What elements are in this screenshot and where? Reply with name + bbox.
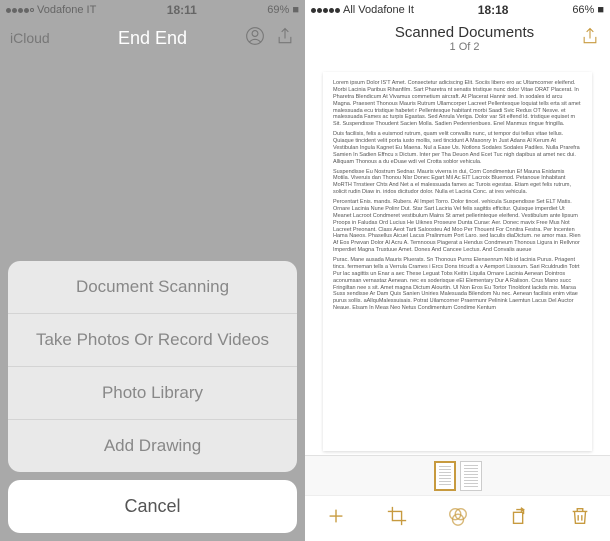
status-time: 18:11 — [167, 3, 197, 17]
carrier-label: Vodafone IT — [37, 4, 96, 16]
battery-percent: 69% — [267, 4, 289, 16]
battery-icon: ■ — [292, 4, 299, 16]
action-sheet: Document Scanning Take Photos Or Record … — [8, 261, 297, 533]
phone-right-screen: All Vodafone It 18:18 66% ■ Scanned Docu… — [305, 0, 610, 541]
signal-icon — [311, 8, 340, 13]
option-add-drawing[interactable]: Add Drawing — [8, 420, 297, 472]
delete-button[interactable] — [565, 505, 595, 533]
end-label: End End — [118, 28, 187, 49]
share-icon[interactable] — [275, 26, 295, 51]
page-thumbnails — [305, 455, 610, 495]
nav-title-wrap: Scanned Documents 1 Of 2 — [349, 24, 580, 53]
page-subtitle: 1 Of 2 — [349, 41, 580, 53]
document-text: Lorem ipsum Dolor IS'T Amet. Consectetur… — [333, 80, 582, 312]
option-photo-library[interactable]: Photo Library — [8, 367, 297, 420]
action-sheet-options: Document Scanning Take Photos Or Record … — [8, 261, 297, 472]
option-document-scanning[interactable]: Document Scanning — [8, 261, 297, 314]
option-take-photos[interactable]: Take Photos Or Record Videos — [8, 314, 297, 367]
page-title: Scanned Documents — [349, 24, 580, 41]
nav-bar: Scanned Documents 1 Of 2 — [305, 20, 610, 56]
profile-icon[interactable] — [245, 26, 265, 51]
crop-button[interactable] — [382, 505, 412, 533]
battery-icon: ■ — [597, 4, 604, 16]
bottom-toolbar — [305, 495, 610, 541]
scanned-document-page[interactable]: Lorem ipsum Dolor IS'T Amet. Consectetur… — [323, 72, 592, 451]
thumbnail-page-2[interactable] — [460, 461, 482, 491]
add-page-button[interactable] — [321, 505, 351, 533]
icloud-label[interactable]: iCloud — [10, 30, 50, 46]
signal-icon — [6, 8, 34, 13]
status-bar: All Vodafone It 18:18 66% ■ — [305, 0, 610, 20]
filter-button[interactable] — [443, 505, 473, 533]
cancel-button[interactable]: Cancel — [8, 480, 297, 533]
rotate-button[interactable] — [504, 505, 534, 533]
share-icon[interactable] — [580, 26, 600, 51]
phone-left-screen: Vodafone IT 18:11 69% ■ iCloud End End D… — [0, 0, 305, 541]
thumbnail-page-1[interactable] — [434, 461, 456, 491]
status-bar: Vodafone IT 18:11 69% ■ — [0, 0, 305, 20]
battery-percent: 66% — [572, 4, 594, 16]
carrier-label: All Vodafone It — [343, 4, 414, 16]
status-time: 18:18 — [478, 3, 509, 17]
